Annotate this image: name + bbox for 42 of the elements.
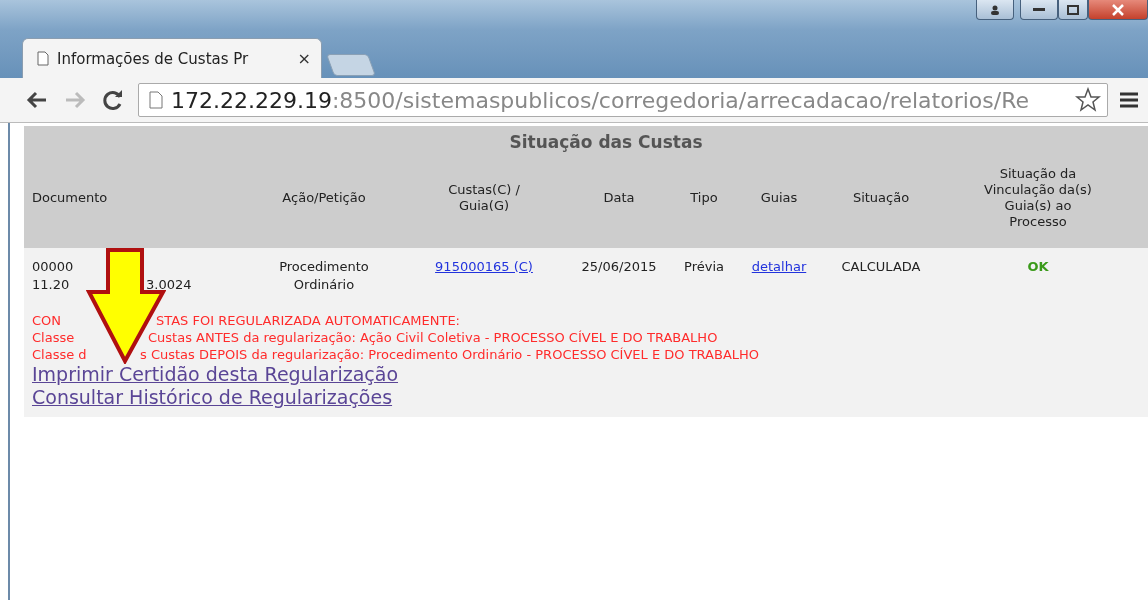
notice-text: Classe d xyxy=(32,347,87,362)
close-window-button[interactable] xyxy=(1088,0,1148,20)
column-header: Ação/Petição xyxy=(282,190,366,206)
report-title: Situação das Custas xyxy=(508,132,704,152)
notice-text: CON xyxy=(32,313,62,328)
column-header: Situação da Vinculação da(s) Guia(s) ao Processo xyxy=(983,166,1093,230)
menu-icon[interactable] xyxy=(1120,91,1138,109)
address-bar[interactable]: 172.22.229.19:8500/sistemaspublicos/corregedoria/arrecadacao/relatorios/Re xyxy=(138,83,1108,117)
notice-text: Custas ANTES da regularização: Ação Civil Coletiva - PROCESSO CÍVEL E DO TRABALHO xyxy=(148,329,718,346)
column-header: Custas(C) / Guia(G) xyxy=(447,182,521,214)
table-cell-text: CALCULADA xyxy=(840,258,922,276)
notice-text: Classe xyxy=(32,330,75,345)
maximize-icon xyxy=(1067,4,1079,15)
column-header: Documento xyxy=(32,190,108,206)
close-tab-button[interactable]: × xyxy=(297,49,311,68)
document-number: 00000 xyxy=(32,258,74,276)
user-window-button[interactable] xyxy=(976,0,1014,20)
maximize-window-button[interactable] xyxy=(1058,0,1088,20)
close-icon xyxy=(1112,3,1124,16)
notice-text: STAS FOI REGULARIZADA AUTOMATICAMENTE: xyxy=(156,312,460,329)
table-cell-text: 25/06/2015 xyxy=(580,258,658,276)
minimize-window-button[interactable] xyxy=(1020,0,1058,20)
status-text: OK xyxy=(1026,258,1050,276)
star-icon[interactable] xyxy=(1075,87,1101,113)
table-cell-text: Procedimento Ordinário xyxy=(278,258,370,294)
table-cell-text: Prévia xyxy=(683,258,725,276)
column-header: Data xyxy=(603,190,635,206)
column-header: Tipo xyxy=(690,190,718,206)
column-header: Guias xyxy=(760,190,798,206)
detail-link[interactable]: detalhar xyxy=(751,259,807,274)
column-header: Situação xyxy=(852,190,910,206)
document-number: 3.0024 xyxy=(146,276,192,294)
user-icon xyxy=(990,4,1000,15)
regularization-link[interactable]: Imprimir Certidão desta Regularização xyxy=(32,363,399,386)
minimize-icon xyxy=(1033,8,1045,11)
page-icon xyxy=(37,51,49,66)
document-number: 11.20 xyxy=(32,277,70,292)
browser-tab[interactable]: Informações de Custas Pr × xyxy=(22,38,322,78)
regularization-link[interactable]: Consultar Histórico de Regularizações xyxy=(32,386,393,409)
page-icon xyxy=(149,91,163,109)
custas-link[interactable]: 915000165 (C) xyxy=(435,259,533,274)
notice-text: s Custas DEPOIS da regularização: Procedimento Ordinário - PROCESSO CÍVEL E DO TRABALHO xyxy=(140,346,760,363)
